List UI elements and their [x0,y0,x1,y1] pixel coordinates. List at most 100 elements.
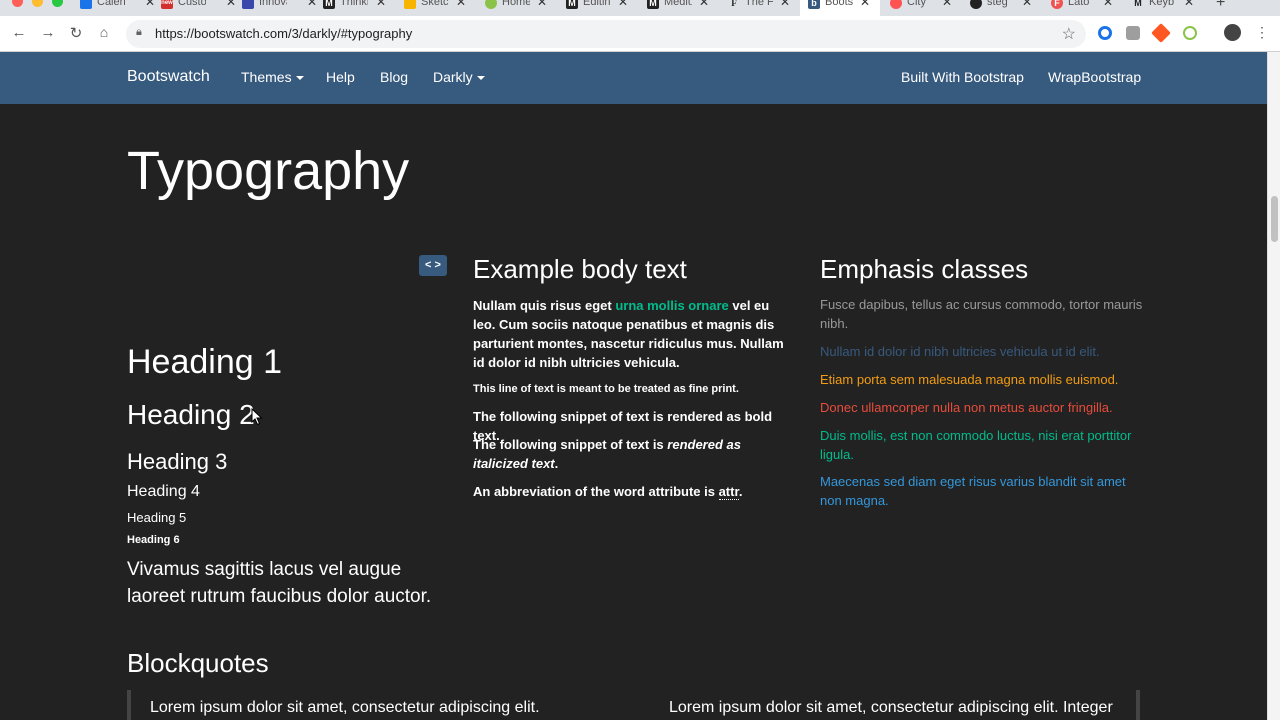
tab-favicon: M [566,0,578,9]
page-scrollbar[interactable] [1267,52,1280,720]
tab-close-icon[interactable]: ✕ [456,0,466,9]
mouse-cursor-icon [251,408,263,426]
tab-close-icon[interactable]: ✕ [537,0,547,9]
bookmark-star-icon[interactable]: ☆ [1062,24,1076,44]
tab-title: Innovation [259,0,287,8]
profile-avatar[interactable] [1224,24,1241,41]
extension-circle-icon[interactable] [1098,26,1112,40]
abbr-prefix: An abbreviation of the word attribute is [473,484,719,499]
browser-tab-13[interactable]: F Lato ✕ [1051,0,1131,16]
browser-tab-bootswatch-active[interactable]: b Bootswatch ✕ [800,0,880,16]
browser-menu-icon[interactable]: ⋮ [1252,24,1272,41]
browser-tab-1[interactable]: Calendar ✕ [80,0,160,16]
browser-toolbar: ← → ↻ ⌂ 🔒︎ https://bootswatch.com/3/dark… [0,16,1280,52]
tab-title: Custom [178,0,206,8]
text-warning-line: Etiam porta sem malesuada magna mollis e… [820,372,1119,387]
blockquote-right-border [1136,690,1140,720]
abbr-suffix: . [738,484,743,499]
heading-4: Heading 4 [127,483,200,500]
help-link[interactable]: Help [326,69,355,85]
tab-title: Keyb [1149,0,1175,8]
tab-close-icon[interactable]: ✕ [376,0,386,9]
back-arrow-icon[interactable]: ← [9,24,29,41]
browser-tab-3[interactable]: Innovation ✕ [242,0,322,16]
tab-close-icon[interactable]: ✕ [699,0,709,9]
browser-tab-14[interactable]: M Keyb ✕ [1132,0,1212,16]
tab-close-icon[interactable]: ✕ [860,0,870,9]
lead-text-line-1: Vivamus sagittis lacus vel augue [127,559,402,580]
tab-close-icon[interactable]: ✕ [618,0,628,9]
themes-label: Themes [241,69,292,85]
tab-close-icon[interactable]: ✕ [1103,0,1113,9]
site-navbar: Bootswatch Themes Help Blog Darkly Built… [0,52,1267,104]
heading-2: Heading 2 [127,399,255,430]
heading-6: Heading 6 [127,534,180,546]
scrollbar-thumb[interactable] [1271,196,1278,242]
tab-favicon: F [728,0,740,9]
browser-tab-2[interactable]: new Custom ✕ [161,0,241,16]
darkly-dropdown[interactable]: Darkly [433,69,485,85]
tab-favicon: M [647,0,659,9]
blockquote-left-border [127,690,131,720]
github-icon [970,0,982,9]
tab-title: Bootswatch [825,0,853,8]
abbr-element[interactable]: attr [718,484,739,500]
heading-5: Heading 5 [127,510,187,525]
blog-link[interactable]: Blog [380,69,408,85]
blockquotes-heading: Blockquotes [127,648,269,678]
forward-arrow-icon[interactable]: → [38,24,58,41]
tab-close-icon[interactable]: ✕ [942,0,952,9]
address-bar[interactable]: 🔒︎ https://bootswatch.com/3/darkly/#typo… [126,20,1086,48]
tab-favicon [485,0,497,9]
body-link[interactable]: urna mollis ornare [615,298,728,313]
tab-close-icon[interactable]: ✕ [226,0,236,9]
tab-favicon [890,0,902,9]
browser-tab-7[interactable]: M Editing ✕ [566,0,646,16]
tab-title: The F [745,0,773,8]
tab-close-icon[interactable]: ✕ [780,0,790,9]
browser-tab-5[interactable]: Sketch ✕ [404,0,484,16]
text-danger-line: Donec ullamcorper nulla non metus auctor… [820,400,1113,415]
tab-favicon [80,0,92,9]
tab-favicon: M [323,0,335,9]
source-code-toggle-button[interactable]: < > [419,255,447,276]
heading-1: Heading 1 [127,343,283,381]
browser-tab-8[interactable]: M Medium ✕ [647,0,727,16]
bold-prefix: The following snippet of text is [473,409,668,424]
browser-tab-11[interactable]: City ✕ [890,0,970,16]
browser-tab-6[interactable]: Home ✕ [485,0,565,16]
tab-favicon: F [1051,0,1063,9]
abbreviation-line: An abbreviation of the word attribute is… [473,482,795,501]
rocket-icon[interactable] [1151,23,1171,43]
themes-dropdown[interactable]: Themes [241,69,304,85]
darkly-label: Darkly [433,69,473,85]
close-window-dot[interactable] [12,0,23,7]
browser-tab-4[interactable]: M Thinking ✕ [323,0,403,16]
camera-icon[interactable] [1126,26,1140,40]
built-with-bootstrap-link[interactable]: Built With Bootstrap [901,69,1024,85]
body-text-heading: Example body text [473,254,687,284]
extension-ring-icon[interactable] [1183,26,1197,40]
italic-suffix: . [554,456,559,471]
brand-link[interactable]: Bootswatch [127,68,210,86]
url-text[interactable]: https://bootswatch.com/3/darkly/#typogra… [155,26,412,41]
tab-close-icon[interactable]: ✕ [307,0,317,9]
blockquote-right-text: Lorem ipsum dolor sit amet, consectetur … [669,699,1113,716]
tab-close-icon[interactable]: ✕ [1184,0,1194,9]
tab-favicon [404,0,416,9]
new-tab-plus-icon[interactable]: + [1216,0,1225,12]
heading-3: Heading 3 [127,449,228,474]
tab-close-icon[interactable]: ✕ [1022,0,1032,9]
home-icon[interactable]: ⌂ [94,24,114,40]
minimize-window-dot[interactable] [32,0,43,7]
wrapbootstrap-link[interactable]: WrapBootstrap [1048,69,1141,85]
text-primary-line: Nullam id dolor id nibh ultricies vehicu… [820,344,1100,359]
italic-prefix: The following snippet of text is [473,437,668,452]
tab-title: Sketch [421,0,449,8]
browser-tab-9[interactable]: F The F ✕ [728,0,808,16]
browser-tab-strip: Calendar ✕ new Custom ✕ Innovation ✕ M Thinki… [0,0,1280,16]
tab-close-icon[interactable]: ✕ [145,0,155,9]
maximize-window-dot[interactable] [52,0,63,7]
reload-icon[interactable]: ↻ [66,24,86,42]
browser-tab-12[interactable]: steg ✕ [970,0,1050,16]
